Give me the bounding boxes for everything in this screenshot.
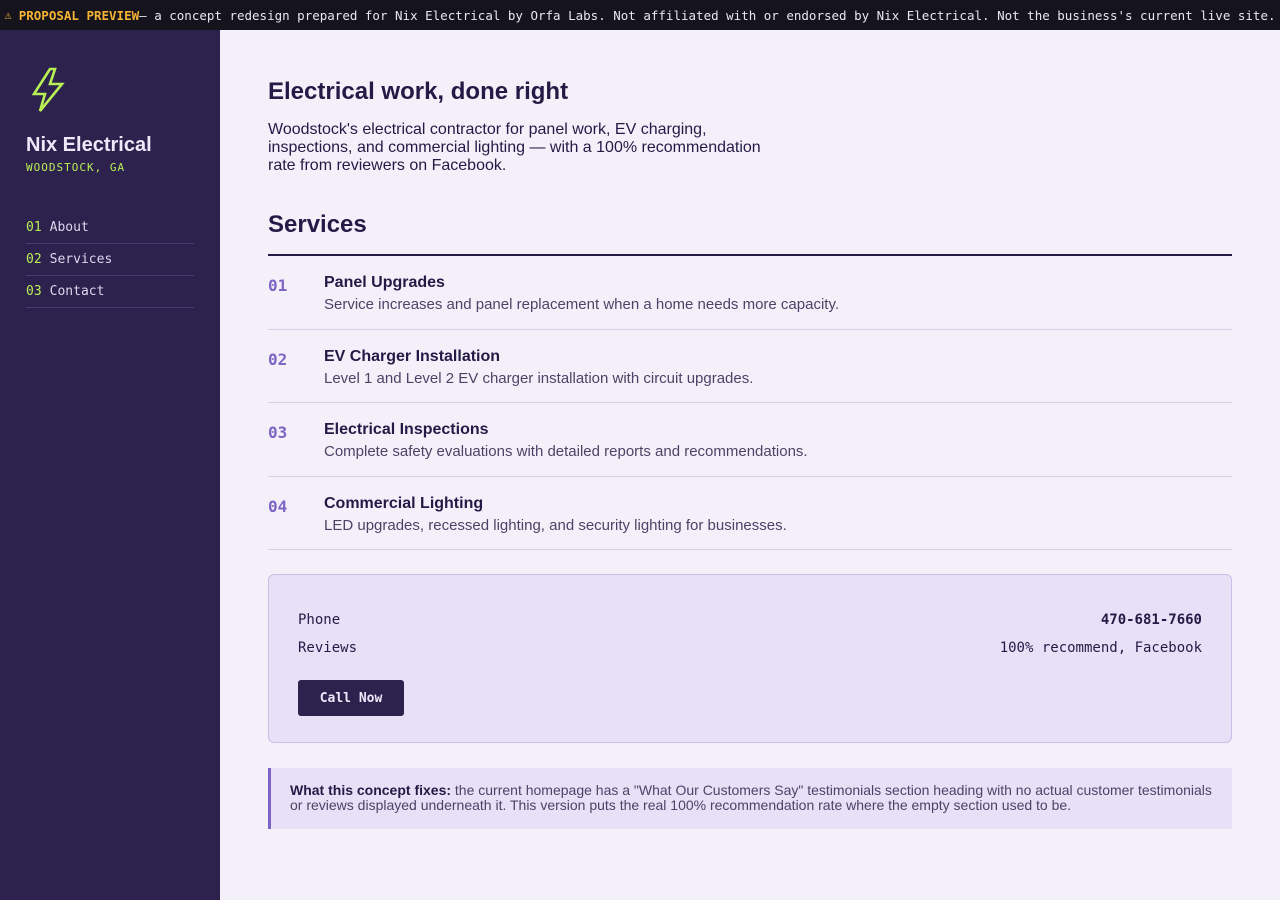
service-number: 02 <box>268 349 288 369</box>
banner-label: PROPOSAL PREVIEW <box>18 7 140 23</box>
nav-label: Contact <box>49 284 105 299</box>
brand-location: WOODSTOCK, GA <box>26 161 126 174</box>
reviews-value: 100% recommend, Facebook <box>999 640 1202 656</box>
hero-title: Electrical work, done right <box>268 78 569 105</box>
contact-card: Phone 470-681-7660 Reviews 100% recommen… <box>268 574 1232 743</box>
concept-note: What this concept fixes: the current hom… <box>268 768 1232 829</box>
nav-number: 03 <box>26 284 42 299</box>
lightning-bolt-icon[interactable] <box>28 66 68 114</box>
brand-name: Nix Electrical <box>26 134 152 156</box>
service-number: 01 <box>268 276 288 295</box>
service-description: LED upgrades, recessed lighting, and sec… <box>324 516 787 534</box>
service-name: Electrical Inspections <box>324 421 489 438</box>
service-item: 01 Panel Upgrades Service increases and … <box>268 256 1232 330</box>
sidebar: Nix Electrical WOODSTOCK, GA 01 About 02… <box>0 30 220 900</box>
service-name: Commercial Lighting <box>324 494 484 512</box>
service-number: 04 <box>268 496 288 516</box>
proposal-banner: ⚠ PROPOSAL PREVIEW — a concept redesign … <box>0 0 1280 30</box>
construction-icon: ⚠ <box>4 8 12 22</box>
note-lead: What this concept fixes: <box>290 782 452 798</box>
reviews-row: Reviews 100% recommend, Facebook <box>298 634 1202 662</box>
nav-label: About <box>49 220 89 235</box>
service-number: 03 <box>268 423 288 442</box>
services-heading: Services <box>268 211 1232 256</box>
phone-label: Phone <box>298 612 341 628</box>
call-now-button[interactable]: Call Now <box>298 680 404 716</box>
main-content: Electrical work, done right Woodstock's … <box>268 30 1232 829</box>
nav-label: Services <box>49 252 113 267</box>
nav-item-services[interactable]: 02 Services <box>26 244 194 276</box>
service-name: EV Charger Installation <box>324 347 501 365</box>
phone-row: Phone 470-681-7660 <box>298 606 1202 634</box>
nav-number: 01 <box>26 220 42 235</box>
service-description: Level 1 and Level 2 EV charger installat… <box>324 369 754 387</box>
nav-item-contact[interactable]: 03 Contact <box>26 276 194 308</box>
service-item: 02 EV Charger Installation Level 1 and L… <box>268 330 1232 403</box>
service-item: 04 Commercial Lighting LED upgrades, rec… <box>268 477 1232 550</box>
phone-value[interactable]: 470-681-7660 <box>1101 612 1202 628</box>
hero-description: Woodstock's electrical contractor for pa… <box>268 121 761 174</box>
nav-item-about[interactable]: 01 About <box>26 212 194 244</box>
banner-text: — a concept redesign prepared for Nix El… <box>139 7 1276 23</box>
sidebar-nav: 01 About 02 Services 03 Contact <box>26 212 194 308</box>
service-description: Complete safety evaluations with detaile… <box>324 443 808 460</box>
service-description: Service increases and panel replacement … <box>324 296 840 313</box>
service-item: 03 Electrical Inspections Complete safet… <box>268 403 1232 477</box>
reviews-label: Reviews <box>298 640 358 656</box>
nav-number: 02 <box>26 252 42 267</box>
service-name: Panel Upgrades <box>324 274 445 291</box>
